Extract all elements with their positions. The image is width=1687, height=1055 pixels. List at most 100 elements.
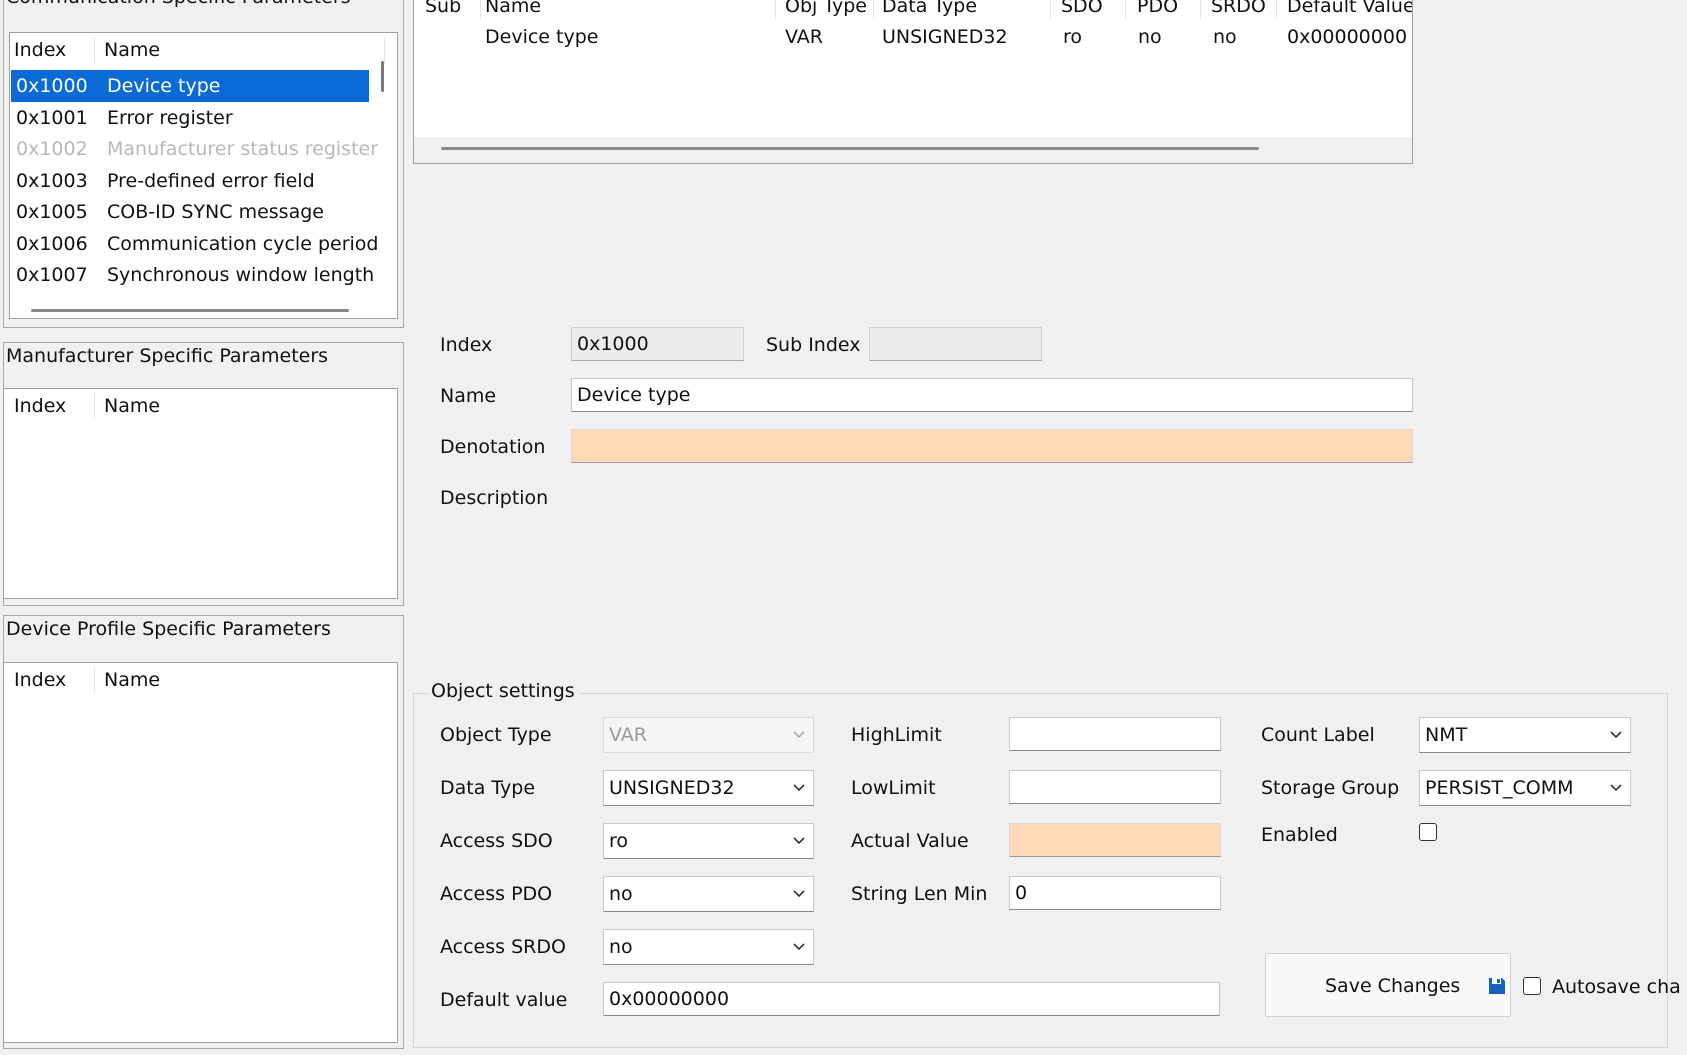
cell-default-value[interactable]: 0x00000000 [1287, 23, 1407, 51]
column-header-obj-type[interactable]: Obj Type [785, 0, 867, 19]
data-type-label: Data Type [440, 777, 536, 799]
low-limit-field[interactable] [1009, 770, 1221, 804]
data-type-dropdown[interactable]: UNSIGNED32 [603, 770, 814, 806]
column-header-name[interactable]: Name [485, 0, 541, 19]
comm-params-title: Communication Specific Parameters [6, 0, 351, 8]
list-header: Index Name [10, 33, 397, 65]
cell-data-type[interactable]: UNSIGNED32 [882, 23, 1008, 51]
column-separator [480, 0, 481, 19]
column-separator [384, 37, 385, 63]
access-pdo-value: no [609, 883, 633, 905]
list-item-name: COB-ID SYNC message [107, 201, 324, 223]
column-header-name[interactable]: Name [104, 663, 160, 695]
object-type-dropdown: VAR [603, 717, 814, 753]
save-changes-button[interactable]: Save Changes [1265, 953, 1511, 1017]
column-header-sub[interactable]: Sub [425, 0, 461, 19]
cell-obj-type[interactable]: VAR [785, 23, 823, 51]
index-field[interactable]: 0x1000 [571, 327, 744, 361]
list-item[interactable]: 0x1006 Communication cycle period [11, 228, 378, 260]
subindex-label: Sub Index [766, 334, 861, 356]
access-srdo-label: Access SRDO [440, 936, 566, 958]
denotation-field[interactable] [571, 429, 1413, 463]
list-item-index: 0x1007 [16, 264, 88, 286]
list-item[interactable]: 0x1005 COB-ID SYNC message [11, 196, 369, 228]
column-header-pdo[interactable]: PDO [1137, 0, 1178, 19]
list-item-index: 0x1003 [16, 169, 88, 192]
column-header-index[interactable]: Index [14, 33, 66, 65]
list-item[interactable]: 0x1002 Manufacturer status register [11, 133, 378, 165]
storage-group-dropdown[interactable]: PERSIST_COMM [1419, 770, 1631, 806]
list-item-name: Manufacturer status register [107, 138, 379, 160]
enabled-label: Enabled [1261, 824, 1338, 846]
mfr-params-title: Manufacturer Specific Parameters [6, 345, 329, 367]
list-header: Index Name [4, 663, 397, 695]
horizontal-scrollbar-thumb[interactable] [441, 147, 1259, 150]
default-value-field[interactable]: 0x00000000 [603, 982, 1220, 1016]
column-separator [1125, 0, 1126, 19]
count-label-value: NMT [1425, 724, 1468, 746]
column-separator [94, 667, 95, 693]
list-item-index: 0x1001 [16, 106, 88, 129]
list-item-index: 0x1002 [16, 138, 88, 160]
access-sdo-dropdown[interactable]: ro [603, 823, 814, 859]
access-srdo-dropdown[interactable]: no [603, 929, 814, 965]
cell-name[interactable]: Device type [485, 23, 598, 51]
list-item-index: 0x1006 [16, 232, 88, 255]
chevron-down-icon [793, 837, 805, 847]
high-limit-field[interactable] [1009, 717, 1221, 751]
list-item-index: 0x1000 [16, 75, 88, 97]
chevron-down-icon [1610, 731, 1622, 741]
object-type-value: VAR [609, 724, 647, 746]
column-header-index[interactable]: Index [14, 389, 66, 421]
subindex-table[interactable]: Sub Name Obj Type Data Type SDO PDO SRDO… [413, 0, 1413, 164]
access-pdo-dropdown[interactable]: no [603, 876, 814, 912]
name-field[interactable]: Device type [571, 378, 1413, 412]
enabled-checkbox[interactable] [1419, 823, 1437, 841]
comm-params-list[interactable]: Index Name 0x1000 Device type 0x1001 Error … [9, 32, 398, 319]
data-type-value: UNSIGNED32 [609, 777, 735, 799]
profile-params-list[interactable]: Index Name [3, 662, 398, 1043]
horizontal-scrollbar[interactable] [414, 137, 1412, 163]
default-value-label: Default value [440, 989, 568, 1011]
list-item-index: 0x1005 [16, 201, 88, 223]
cell-srdo[interactable]: no [1213, 23, 1237, 51]
vertical-scrollbar-thumb[interactable] [381, 61, 384, 92]
save-changes-label: Save Changes [1325, 975, 1461, 997]
chevron-down-icon [793, 943, 805, 953]
list-item[interactable]: 0x1007 Synchronous window length [11, 259, 374, 291]
autosave-label: Autosave cha [1552, 976, 1681, 998]
name-label: Name [440, 385, 497, 407]
column-header-sdo[interactable]: SDO [1061, 0, 1103, 19]
column-header-data-type[interactable]: Data Type [882, 0, 977, 19]
count-label-dropdown[interactable]: NMT [1419, 717, 1631, 753]
list-item-name: Communication cycle period [107, 232, 379, 255]
list-item[interactable]: 0x1000 Device type [11, 70, 369, 102]
object-settings-title: Object settings [427, 680, 579, 702]
low-limit-label: LowLimit [851, 777, 936, 799]
mfr-params-list[interactable]: Index Name [3, 388, 398, 599]
string-len-min-label: String Len Min [851, 883, 988, 905]
column-header-default-value[interactable]: Default Value [1287, 0, 1412, 19]
actual-value-field[interactable] [1009, 823, 1221, 857]
list-item-name: Error register [107, 106, 233, 129]
column-header-name[interactable]: Name [104, 33, 160, 65]
subindex-field[interactable] [869, 327, 1042, 361]
cell-pdo[interactable]: no [1138, 23, 1162, 51]
index-label: Index [440, 334, 493, 356]
list-item[interactable]: 0x1001 Error register [11, 102, 369, 134]
denotation-label: Denotation [440, 436, 546, 458]
string-len-min-field[interactable]: 0 [1009, 876, 1221, 910]
horizontal-scrollbar-thumb[interactable] [31, 309, 349, 312]
column-header-index[interactable]: Index [14, 663, 66, 695]
autosave-checkbox[interactable] [1523, 977, 1541, 995]
list-item[interactable]: 0x1003 Pre-defined error field [11, 165, 369, 197]
column-header-name[interactable]: Name [104, 389, 160, 421]
access-pdo-label: Access PDO [440, 883, 553, 905]
cell-sdo[interactable]: ro [1063, 23, 1082, 51]
chevron-down-icon [793, 731, 805, 741]
list-item-name: Pre-defined error field [107, 169, 315, 192]
column-header-srdo[interactable]: SRDO [1211, 0, 1266, 19]
column-separator [1050, 0, 1051, 19]
storage-group-value: PERSIST_COMM [1425, 777, 1574, 799]
column-separator [397, 667, 398, 693]
